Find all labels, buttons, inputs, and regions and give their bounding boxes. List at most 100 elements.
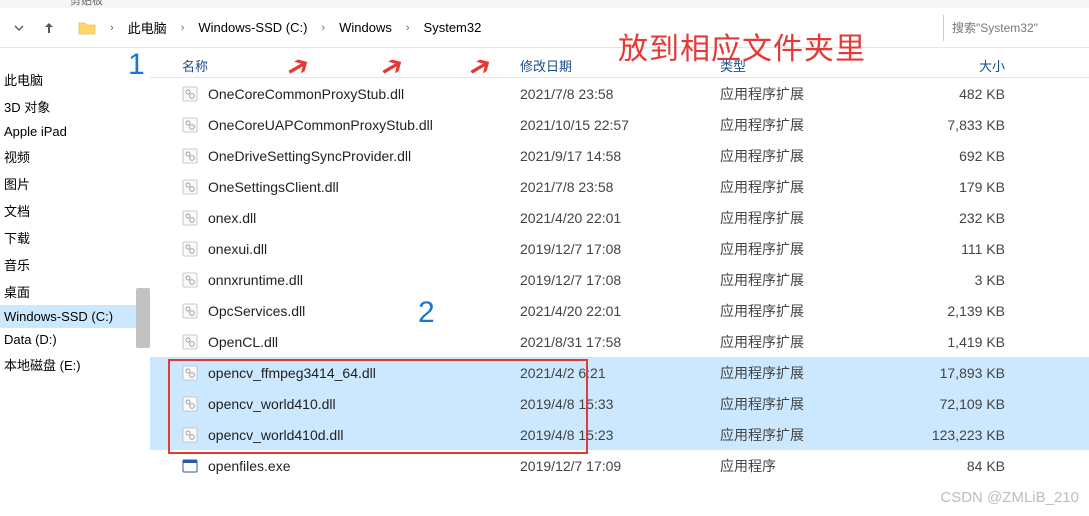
sidebar-item[interactable]: Data (D:) xyxy=(0,328,150,351)
file-size-cell: 1,419 KB xyxy=(905,334,1025,350)
sidebar-item[interactable]: 此电脑 xyxy=(0,66,150,93)
file-name-text: OneSettingsClient.dll xyxy=(208,179,339,195)
file-name-cell: OpenCL.dll xyxy=(150,334,520,350)
dll-icon xyxy=(182,272,198,288)
file-size-cell: 17,893 KB xyxy=(905,365,1025,381)
file-row[interactable]: opencv_world410d.dll2019/4/8 15:23应用程序扩展… xyxy=(150,419,1089,450)
nav-back-dropdown[interactable] xyxy=(6,15,32,41)
file-size-cell: 2,139 KB xyxy=(905,303,1025,319)
sidebar-item[interactable]: 桌面 xyxy=(0,278,150,305)
sidebar-item[interactable]: 视频 xyxy=(0,143,150,170)
sidebar-item[interactable]: 3D 对象 xyxy=(0,93,150,120)
sidebar-item[interactable]: 本地磁盘 (E:) xyxy=(0,351,150,378)
file-name-text: opencv_ffmpeg3414_64.dll xyxy=(208,365,376,381)
file-name-cell: onex.dll xyxy=(150,210,520,226)
file-type-cell: 应用程序 xyxy=(720,456,905,476)
file-size-cell: 232 KB xyxy=(905,210,1025,226)
file-row[interactable]: OneDriveSettingSyncProvider.dll2021/9/17… xyxy=(150,140,1089,171)
col-header-size[interactable]: 大小 xyxy=(905,56,1025,75)
search-input[interactable]: 搜索"System32" xyxy=(943,15,1083,41)
sidebar-item[interactable]: Windows-SSD (C:) xyxy=(0,305,150,328)
file-row[interactable]: OneSettingsClient.dll 2021/7/8 23:58应用程序扩… xyxy=(150,171,1089,202)
file-size-cell: 111 KB xyxy=(905,241,1025,257)
crumb-system32[interactable]: System32 xyxy=(420,18,486,37)
dll-icon xyxy=(182,179,198,195)
sidebar-item[interactable]: 下载 xyxy=(0,224,150,251)
file-type-cell: 应用程序扩展 xyxy=(720,84,905,104)
arrow-up-icon xyxy=(42,21,56,35)
col-header-name[interactable]: 名称 xyxy=(150,56,520,75)
dll-icon xyxy=(182,148,198,164)
file-name-cell: onnxruntime.dll xyxy=(150,272,520,288)
dll-icon xyxy=(182,303,198,319)
file-name-cell: OneDriveSettingSyncProvider.dll xyxy=(150,148,520,164)
file-name-cell: OneCoreCommonProxyStub.dll xyxy=(150,86,520,102)
file-date-cell: 2021/4/2 6:21 xyxy=(520,365,720,381)
file-name-text: onex.dll xyxy=(208,210,256,226)
file-date-cell: 2021/4/20 22:01 xyxy=(520,210,720,226)
dll-icon xyxy=(182,241,198,257)
file-type-cell: 应用程序扩展 xyxy=(720,301,905,321)
file-type-cell: 应用程序扩展 xyxy=(720,177,905,197)
col-header-type[interactable]: 类型 xyxy=(720,56,905,75)
sidebar-item[interactable]: 图片 xyxy=(0,170,150,197)
sidebar-scrollbar-thumb[interactable] xyxy=(136,288,150,348)
file-pane: 名称 修改日期 类型 大小 OneCoreCommonProxyStub.dll… xyxy=(150,48,1089,516)
file-name-text: opencv_world410.dll xyxy=(208,396,336,412)
file-name-text: onexui.dll xyxy=(208,241,267,257)
file-row[interactable]: openfiles.exe2019/12/7 17:09应用程序84 KB xyxy=(150,450,1089,481)
file-type-cell: 应用程序扩展 xyxy=(720,146,905,166)
file-date-cell: 2019/4/8 15:33 xyxy=(520,396,720,412)
file-name-text: OpenCL.dll xyxy=(208,334,278,350)
main-area: 此电脑3D 对象Apple iPad视频图片文档下载音乐桌面Windows-SS… xyxy=(0,48,1089,516)
breadcrumb-bar: › 此电脑 › Windows-SSD (C:) › Windows › Sys… xyxy=(0,8,1089,48)
chevron-right-icon: › xyxy=(175,22,191,34)
exe-icon xyxy=(182,458,198,474)
file-row[interactable]: OneCoreUAPCommonProxyStub.dll 2021/10/15 … xyxy=(150,109,1089,140)
file-name-cell: OneSettingsClient.dll xyxy=(150,179,520,195)
dll-icon xyxy=(182,427,198,443)
file-size-cell: 692 KB xyxy=(905,148,1025,164)
file-row[interactable]: onnxruntime.dll2019/12/7 17:08应用程序扩展3 KB xyxy=(150,264,1089,295)
file-row[interactable]: OpenCL.dll2021/8/31 17:58应用程序扩展1,419 KB xyxy=(150,326,1089,357)
col-header-date[interactable]: 修改日期 xyxy=(520,56,720,75)
column-headers: 名称 修改日期 类型 大小 xyxy=(150,48,1089,78)
file-date-cell: 2019/12/7 17:09 xyxy=(520,458,720,474)
sidebar-item[interactable]: Apple iPad xyxy=(0,120,150,143)
dll-icon xyxy=(182,86,198,102)
chevron-right-icon: › xyxy=(104,22,120,34)
crumb-this-pc[interactable]: 此电脑 xyxy=(124,16,171,39)
file-size-cell: 123,223 KB xyxy=(905,427,1025,443)
file-row[interactable]: OpcServices.dll2021/4/20 22:01应用程序扩展2,13… xyxy=(150,295,1089,326)
sidebar-item[interactable]: 文档 xyxy=(0,197,150,224)
chevron-right-icon: › xyxy=(400,22,416,34)
dll-icon xyxy=(182,334,198,350)
file-name-text: OneCoreUAPCommonProxyStub.dll xyxy=(208,117,433,133)
chevron-down-icon xyxy=(14,23,24,33)
file-type-cell: 应用程序扩展 xyxy=(720,394,905,414)
file-type-cell: 应用程序扩展 xyxy=(720,115,905,135)
file-row[interactable]: opencv_ffmpeg3414_64.dll2021/4/2 6:21应用程… xyxy=(150,357,1089,388)
file-name-cell: OneCoreUAPCommonProxyStub.dll xyxy=(150,117,520,133)
file-name-cell: OpcServices.dll xyxy=(150,303,520,319)
file-row[interactable]: onex.dll2021/4/20 22:01应用程序扩展232 KB xyxy=(150,202,1089,233)
file-date-cell: 2021/7/8 23:58 xyxy=(520,179,720,195)
nav-up-button[interactable] xyxy=(36,15,62,41)
file-rows: OneCoreCommonProxyStub.dll 2021/7/8 23:58… xyxy=(150,78,1089,481)
file-name-text: opencv_world410d.dll xyxy=(208,427,343,443)
file-name-text: OneDriveSettingSyncProvider.dll xyxy=(208,148,411,164)
file-size-cell: 84 KB xyxy=(905,458,1025,474)
file-row[interactable]: OneCoreCommonProxyStub.dll2021/7/8 23:58… xyxy=(150,78,1089,109)
file-row[interactable]: opencv_world410.dll 2019/4/8 15:33应用程序扩展7… xyxy=(150,388,1089,419)
file-size-cell: 72,109 KB xyxy=(905,396,1025,412)
chevron-right-icon: › xyxy=(315,22,331,34)
file-row[interactable]: onexui.dll2019/12/7 17:08应用程序扩展111 KB xyxy=(150,233,1089,264)
file-date-cell: 2021/10/15 22:57 xyxy=(520,117,720,133)
sidebar-item[interactable]: 音乐 xyxy=(0,251,150,278)
file-size-cell: 3 KB xyxy=(905,272,1025,288)
crumb-windows[interactable]: Windows xyxy=(335,18,396,37)
file-date-cell: 2019/12/7 17:08 xyxy=(520,272,720,288)
file-date-cell: 2019/12/7 17:08 xyxy=(520,241,720,257)
crumb-drive-c[interactable]: Windows-SSD (C:) xyxy=(194,18,311,37)
file-name-cell: opencv_world410d.dll xyxy=(150,427,520,443)
